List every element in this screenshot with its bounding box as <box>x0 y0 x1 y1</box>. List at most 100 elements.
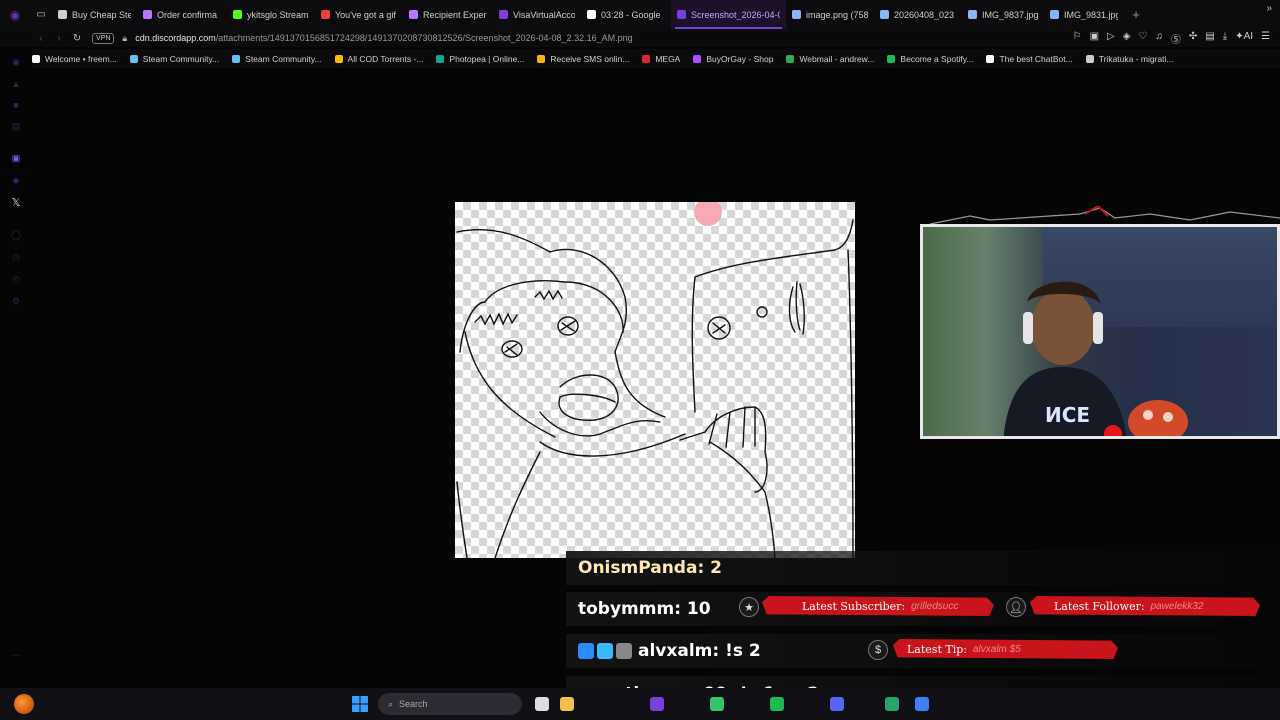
sidebar-inbox-icon[interactable]: ▤ <box>11 121 21 131</box>
sidebar-more-icon[interactable]: ⋯ <box>11 650 21 660</box>
cursor-dot <box>694 202 722 226</box>
sidebar-history-icon[interactable]: ◴ <box>11 274 21 284</box>
puzzle-icon[interactable]: ✣ <box>1189 31 1197 46</box>
tab-10[interactable]: IMG_9837.jpg ( <box>962 0 1044 29</box>
download-icon[interactable]: ⤓ <box>1223 31 1227 46</box>
file-explorer-icon[interactable] <box>560 697 574 711</box>
tab-0[interactable]: Buy Cheap Stea <box>52 0 137 29</box>
tab-title: Screenshot_2026-04-08_ <box>691 9 780 20</box>
windows-start-icon[interactable] <box>352 696 368 712</box>
new-tab-button[interactable]: + <box>1124 7 1148 22</box>
back-icon[interactable]: ‹ <box>32 33 50 44</box>
tab-title: 20260408_023 <box>894 9 955 20</box>
discord-icon[interactable] <box>830 697 844 711</box>
weather-icon[interactable] <box>14 694 34 714</box>
drawing-image <box>455 202 855 558</box>
sidebar-gamepad-icon[interactable]: ▲ <box>11 79 21 89</box>
chat-username: tobymmm <box>578 599 675 619</box>
bookmark-item[interactable]: Photopea | Online... <box>436 54 524 64</box>
tab-11[interactable]: IMG_9831.jpg ( <box>1044 0 1124 29</box>
ai-button[interactable]: ✦AI <box>1235 31 1253 46</box>
menu-icon[interactable]: ☰ <box>1261 31 1270 46</box>
bookmark-label: Become a Spotify... <box>900 53 974 64</box>
svg-text:ИCE: ИCE <box>1045 403 1090 427</box>
tab-2[interactable]: ykitsglo Stream <box>227 0 315 29</box>
obs-icon[interactable] <box>885 697 899 711</box>
sidebar-circle-icon[interactable]: ◯ <box>11 230 21 240</box>
shield-icon[interactable]: ◈ <box>1123 31 1131 46</box>
latest-subscriber-banner: Latest Subscriber: grilledsucc <box>762 594 994 618</box>
latest-follower-banner: Latest Follower: pawelekk32 <box>1030 594 1260 618</box>
tab-5[interactable]: VisaVirtualAcco <box>493 0 581 29</box>
taskbar-search-placeholder: Search <box>399 699 428 709</box>
bookmark-favicon-icon <box>642 54 651 63</box>
taskbar: ⌕ Search <box>0 688 1280 720</box>
ai-sparkle-icon: ✦ <box>1235 31 1244 42</box>
tab-title: Recipient Exper <box>423 9 487 20</box>
bookmark-item[interactable]: Welcome • freem... <box>32 54 117 64</box>
tab-9[interactable]: 20260408_023 <box>874 0 962 29</box>
bookmark-item[interactable]: Trikatuka - migrati... <box>1085 54 1174 64</box>
task-view-icon[interactable] <box>535 697 549 711</box>
sidebar-settings-icon[interactable]: ⚙ <box>11 296 21 306</box>
browser-taskbar-icon[interactable] <box>650 697 664 711</box>
tab-3[interactable]: You've got a gif <box>315 0 403 29</box>
latest-follower-value: pawelekk32 <box>1150 600 1204 612</box>
sidebar-link-icon[interactable]: ◆ <box>11 175 21 185</box>
tab-7[interactable]: Screenshot_2026-04-08_ <box>671 0 786 29</box>
reload-icon[interactable]: ↻ <box>68 33 86 44</box>
bookmark-item[interactable]: Steam Community... <box>232 54 322 64</box>
screenshot-icon[interactable]: ▣ <box>1090 31 1099 46</box>
tab-6[interactable]: 03:28 - Google <box>581 0 671 29</box>
tab-title: VisaVirtualAcco <box>513 9 575 20</box>
sidebar-store-icon[interactable]: ■ <box>11 100 21 110</box>
chat-badges <box>578 643 632 659</box>
bookmark-favicon-icon <box>129 54 138 63</box>
spotify-icon[interactable] <box>770 697 784 711</box>
lock-icon[interactable]: 🔒︎ <box>122 33 127 44</box>
sidebar-app-icon[interactable]: ◉ <box>11 57 21 67</box>
url-field[interactable]: cdn.discordapp.com/attachments/149137015… <box>135 33 632 43</box>
tab-1[interactable]: Order confirma <box>137 0 227 29</box>
tab-strip: ◉ ▭ Buy Cheap Stea Order confirma ykitsglo… <box>0 0 1280 29</box>
chat-badge-icon <box>616 643 632 659</box>
tab-overview-icon[interactable]: ▭ <box>30 0 52 29</box>
app-icon[interactable] <box>915 697 929 711</box>
xbox-icon[interactable] <box>710 697 724 711</box>
bookmarks-more-icon[interactable]: » <box>1266 3 1272 14</box>
tab-4[interactable]: Recipient Exper <box>403 0 493 29</box>
heart-icon[interactable]: ♡ <box>1138 31 1147 46</box>
bookmark-item[interactable]: MEGA <box>642 54 680 64</box>
sidebar-clock-icon[interactable]: ◷ <box>11 252 21 262</box>
twitch-icon[interactable]: ▣ <box>11 153 21 163</box>
bookmark-item[interactable]: All COD Torrents -... <box>334 54 423 64</box>
search-icon: ⌕ <box>388 698 394 709</box>
extension-s-icon[interactable]: Ⓢ <box>1171 31 1181 46</box>
bookmark-icon[interactable]: ⚐ <box>1073 31 1082 46</box>
play-icon[interactable]: ▷ <box>1107 31 1115 46</box>
tab-favicon-icon <box>880 10 889 19</box>
latest-tip-label: Latest Tip: <box>907 642 967 656</box>
bookmark-item[interactable]: The best ChatBot... <box>986 54 1073 64</box>
tab-favicon-icon <box>1050 10 1059 19</box>
tab-favicon-icon <box>58 10 67 19</box>
tab-title: Buy Cheap Stea <box>72 9 131 20</box>
bookmark-item[interactable]: Webmail - andrew... <box>786 54 874 64</box>
bell-icon[interactable]: ♫ <box>1155 31 1163 46</box>
vpn-button[interactable]: VPN <box>92 32 115 44</box>
tab-favicon-icon <box>792 10 801 19</box>
bookmark-favicon-icon <box>232 54 241 63</box>
forward-icon[interactable]: › <box>50 33 68 44</box>
bookmark-favicon-icon <box>986 54 995 63</box>
browser-menu-icon[interactable]: ◉ <box>0 0 30 29</box>
bookmark-item[interactable]: Receive SMS onlin... <box>537 54 629 64</box>
tab-8[interactable]: image.png (758 <box>786 0 874 29</box>
bookmark-item[interactable]: BuyOrGay - Shop <box>693 54 773 64</box>
taskbar-search[interactable]: ⌕ Search <box>378 693 522 715</box>
bookmark-item[interactable]: Steam Community... <box>129 54 219 64</box>
latest-tip-banner: Latest Tip: alvxalm $5 <box>893 637 1118 661</box>
tab-favicon-icon <box>499 10 508 19</box>
x-icon[interactable]: 𝕏 <box>11 197 21 209</box>
bookmark-item[interactable]: Become a Spotify... <box>887 54 973 64</box>
wallet-icon[interactable]: ▤ <box>1205 31 1214 46</box>
